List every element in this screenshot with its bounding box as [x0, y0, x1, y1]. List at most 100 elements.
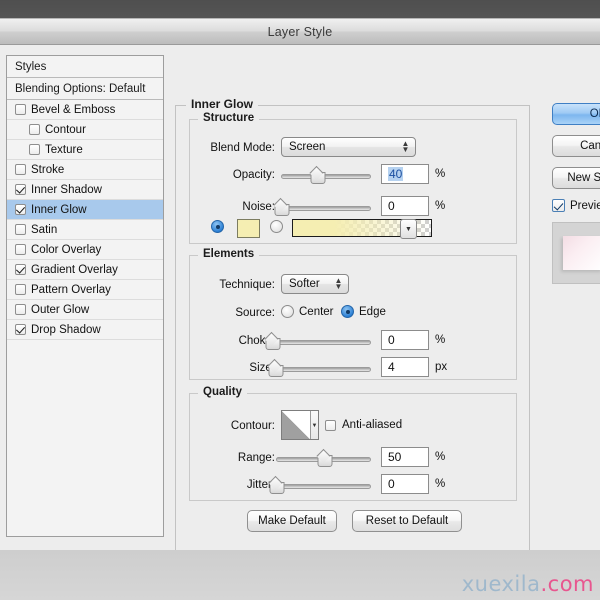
- checkbox-icon[interactable]: [15, 304, 26, 315]
- range-slider-knob[interactable]: [317, 453, 330, 465]
- styles-rows: Bevel & Emboss Contour Texture Stroke Inner …: [7, 100, 163, 340]
- styles-list-item-label: Pattern Overlay: [31, 284, 111, 296]
- dialog-body: Styles Blending Options: Default Bevel &…: [0, 45, 600, 550]
- styles-list-item[interactable]: Bevel & Emboss: [7, 100, 163, 120]
- styles-list-item-label: Texture: [45, 144, 83, 156]
- styles-list-item[interactable]: Texture: [7, 140, 163, 160]
- radio-center-icon: [281, 305, 294, 318]
- checkbox-icon[interactable]: [15, 264, 26, 275]
- styles-list-header: Styles: [7, 56, 163, 78]
- size-slider[interactable]: [272, 362, 371, 376]
- structure-group-title: Structure: [198, 112, 259, 124]
- opacity-input[interactable]: 40: [381, 164, 429, 184]
- styles-list-item-label: Bevel & Emboss: [31, 104, 115, 116]
- contour-preset-picker[interactable]: ▼: [281, 410, 319, 440]
- checkbox-icon[interactable]: [29, 124, 40, 135]
- opacity-slider-track: [281, 174, 371, 179]
- choke-unit: %: [435, 334, 445, 346]
- styles-list-item[interactable]: Drop Shadow: [7, 320, 163, 340]
- source-center-label: Center: [299, 306, 334, 318]
- page-title: Layer Style: [268, 25, 333, 39]
- range-label: Range:: [205, 452, 275, 464]
- styles-list-item[interactable]: Stroke: [7, 160, 163, 180]
- styles-list-item[interactable]: Satin: [7, 220, 163, 240]
- source-center-radio[interactable]: Center: [281, 305, 334, 318]
- size-label: Size:: [205, 362, 275, 374]
- jitter-slider-knob[interactable]: [270, 480, 283, 492]
- jitter-input[interactable]: 0: [381, 474, 429, 494]
- styles-list-item[interactable]: Gradient Overlay: [7, 260, 163, 280]
- technique-select[interactable]: Softer ▲▼: [281, 274, 349, 294]
- checkbox-icon[interactable]: [15, 104, 26, 115]
- reset-to-default-button[interactable]: Reset to Default: [352, 510, 462, 532]
- styles-list-panel[interactable]: Styles Blending Options: Default Bevel &…: [6, 55, 164, 537]
- noise-value: 0: [388, 199, 395, 213]
- choke-slider-knob[interactable]: [266, 336, 279, 348]
- styles-list-item[interactable]: Outer Glow: [7, 300, 163, 320]
- styles-list-item[interactable]: Color Overlay: [7, 240, 163, 260]
- checkbox-icon[interactable]: [15, 164, 26, 175]
- noise-slider-knob[interactable]: [275, 202, 288, 214]
- elements-group-title: Elements: [198, 248, 259, 260]
- checkbox-icon[interactable]: [15, 324, 26, 335]
- blend-mode-value: Screen: [289, 141, 325, 153]
- blend-mode-label: Blend Mode:: [205, 142, 275, 154]
- checkbox-icon[interactable]: [15, 224, 26, 235]
- watermark-tld: .com: [540, 572, 594, 596]
- preview-checkbox[interactable]: Preview: [552, 199, 600, 212]
- styles-list-item[interactable]: Contour: [7, 120, 163, 140]
- jitter-slider-track: [276, 484, 371, 489]
- jitter-unit: %: [435, 478, 445, 490]
- layer-style-dialog: Layer Style Styles Blending Options: Def…: [0, 18, 600, 550]
- styles-list-item-label: Inner Shadow: [31, 184, 102, 196]
- size-slider-knob[interactable]: [268, 363, 281, 375]
- choke-input[interactable]: 0: [381, 330, 429, 350]
- glow-color-swatch[interactable]: [237, 219, 260, 238]
- range-slider[interactable]: [276, 452, 371, 466]
- checkbox-icon[interactable]: [15, 244, 26, 255]
- fill-gradient-radio[interactable]: [270, 220, 283, 238]
- fill-color-radio[interactable]: [211, 220, 224, 238]
- checkbox-icon[interactable]: [15, 184, 26, 195]
- size-input[interactable]: 4: [381, 357, 429, 377]
- ok-button[interactable]: OK: [552, 103, 600, 125]
- styles-list-item-label: Outer Glow: [31, 304, 89, 316]
- preview-thumbnail-box: [552, 222, 600, 284]
- gradient-picker-button[interactable]: ▼: [400, 219, 417, 239]
- preview-thumbnail: [563, 236, 600, 270]
- checkbox-icon[interactable]: [15, 204, 26, 215]
- contour-label: Contour:: [200, 420, 275, 432]
- noise-slider[interactable]: [281, 201, 371, 215]
- styles-list-item-label: Gradient Overlay: [31, 264, 118, 276]
- styles-list-item[interactable]: Inner Glow: [7, 200, 163, 220]
- jitter-slider[interactable]: [276, 479, 371, 493]
- size-slider-track: [272, 367, 371, 372]
- range-input[interactable]: 50: [381, 447, 429, 467]
- source-edge-label: Edge: [359, 306, 386, 318]
- noise-input[interactable]: 0: [381, 196, 429, 216]
- contour-curve-icon: [282, 411, 312, 440]
- source-edge-radio[interactable]: Edge: [341, 305, 386, 318]
- cancel-button[interactable]: Cancel: [552, 135, 600, 157]
- watermark-site: xuexila: [462, 572, 541, 596]
- size-unit: px: [435, 361, 447, 373]
- anti-aliased-checkbox[interactable]: Anti-aliased: [325, 419, 402, 431]
- choke-label: Choke:: [205, 335, 275, 347]
- choke-slider-track: [272, 340, 371, 345]
- noise-unit: %: [435, 200, 445, 212]
- opacity-slider[interactable]: [281, 169, 371, 183]
- make-default-button[interactable]: Make Default: [247, 510, 337, 532]
- size-value: 4: [388, 360, 395, 374]
- blend-mode-select[interactable]: Screen ▲▼: [281, 137, 416, 157]
- checkbox-icon: [325, 420, 336, 431]
- styles-list-item[interactable]: Pattern Overlay: [7, 280, 163, 300]
- styles-list-item-label: Drop Shadow: [31, 324, 101, 336]
- blending-options-row[interactable]: Blending Options: Default: [7, 78, 163, 100]
- checkbox-icon[interactable]: [15, 284, 26, 295]
- dialog-titlebar: Layer Style: [0, 19, 600, 45]
- styles-list-item[interactable]: Inner Shadow: [7, 180, 163, 200]
- choke-slider[interactable]: [272, 335, 371, 349]
- opacity-slider-knob[interactable]: [311, 170, 324, 182]
- new-style-button[interactable]: New Style...: [552, 167, 600, 189]
- checkbox-icon[interactable]: [29, 144, 40, 155]
